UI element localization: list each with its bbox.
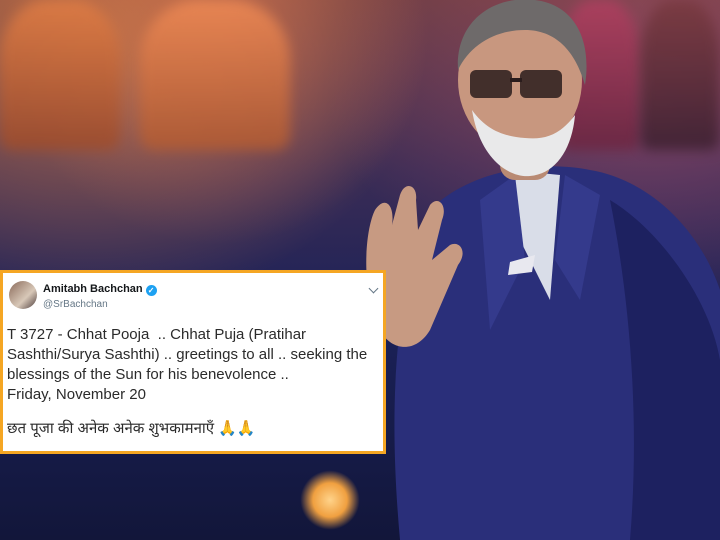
tweet-date: Friday, November 20	[7, 386, 146, 403]
stage-light	[300, 470, 360, 530]
tweet-hindi-line: छत पूजा की अनेक अनेक शुभकामनाएँ 🙏🙏	[7, 420, 256, 437]
tweet-body: T 3727 - Chhat Pooja .. Chhat Puja (Prat…	[7, 325, 381, 439]
glasses-bridge	[510, 78, 522, 82]
tweet-author-name[interactable]: Amitabh Bachchan ✓	[43, 283, 157, 296]
author-name-text: Amitabh Bachchan	[43, 283, 143, 295]
tweet-card: Amitabh Bachchan ✓ @SrBachchan T 3727 - C…	[0, 270, 386, 454]
glasses-lens	[470, 70, 512, 98]
tweet-line: Sashthi/Surya Sashthi) .. greetings to a…	[7, 346, 368, 363]
audience-blur	[140, 0, 290, 150]
glasses-lens	[520, 70, 562, 98]
tweet-line: T 3727 - Chhat Pooja .. Chhat Puja (Prat…	[7, 326, 307, 343]
tweet-line: blessings of the Sun for his benevolence…	[7, 366, 289, 383]
avatar[interactable]	[9, 281, 37, 309]
host-figure	[366, 0, 720, 540]
verified-badge-icon: ✓	[145, 285, 157, 296]
chevron-down-icon[interactable]	[368, 283, 379, 294]
tweet-handle[interactable]: @SrBachchan	[43, 299, 108, 310]
background-photo: Amitabh Bachchan ✓ @SrBachchan T 3727 - C…	[0, 0, 720, 540]
audience-blur	[0, 0, 120, 150]
